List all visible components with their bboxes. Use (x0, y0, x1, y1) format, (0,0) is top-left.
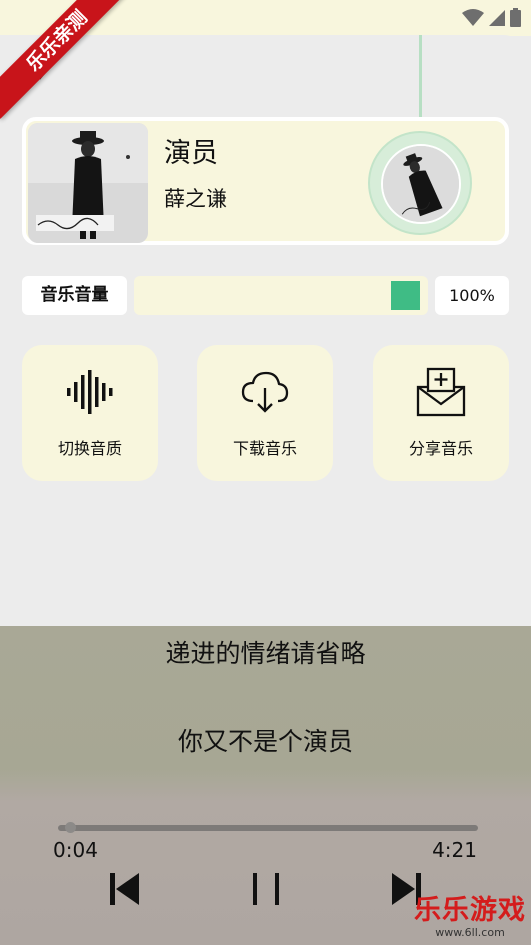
playback-progress-knob[interactable] (64, 822, 76, 833)
switch-quality-button[interactable]: 切换音质 (22, 345, 158, 481)
album-disc[interactable] (368, 131, 472, 235)
pause-icon[interactable] (248, 870, 284, 908)
brand-watermark-title: 乐乐游戏 (414, 895, 526, 926)
download-music-button[interactable]: 下载音乐 (197, 345, 333, 481)
song-title: 演员 (164, 138, 218, 169)
total-time: 4:21 (432, 838, 477, 862)
playback-progress-bar[interactable] (58, 822, 478, 833)
previous-track-icon[interactable] (107, 870, 143, 908)
share-music-button[interactable]: 分享音乐 (373, 345, 509, 481)
volume-label: 音乐音量 (22, 276, 127, 315)
status-icons (462, 8, 521, 27)
waveform-icon (67, 370, 113, 414)
current-time: 0:04 (53, 838, 98, 862)
wifi-icon (462, 8, 484, 26)
album-cover (28, 123, 148, 243)
volume-slider-thumb[interactable] (391, 281, 420, 310)
share-mail-icon (416, 367, 466, 417)
share-music-label: 分享音乐 (408, 439, 473, 458)
switch-quality-label: 切换音质 (57, 439, 122, 458)
brand-watermark-url: www.6ll.com (435, 926, 505, 939)
song-artist: 薛之谦 (164, 187, 227, 211)
download-music-label: 下载音乐 (232, 439, 297, 458)
brand-watermark: 乐乐游戏 www.6ll.com (411, 895, 529, 941)
volume-value: 100% (435, 276, 509, 315)
battery-icon (510, 8, 521, 27)
cellular-icon (489, 9, 505, 26)
lyric-line-previous: 递进的情绪请省略 (165, 639, 366, 668)
lyric-line-current: 你又不是个演员 (177, 727, 353, 756)
cloud-download-icon (241, 371, 289, 413)
volume-slider[interactable] (134, 276, 428, 315)
disc-cover-art (381, 144, 461, 224)
